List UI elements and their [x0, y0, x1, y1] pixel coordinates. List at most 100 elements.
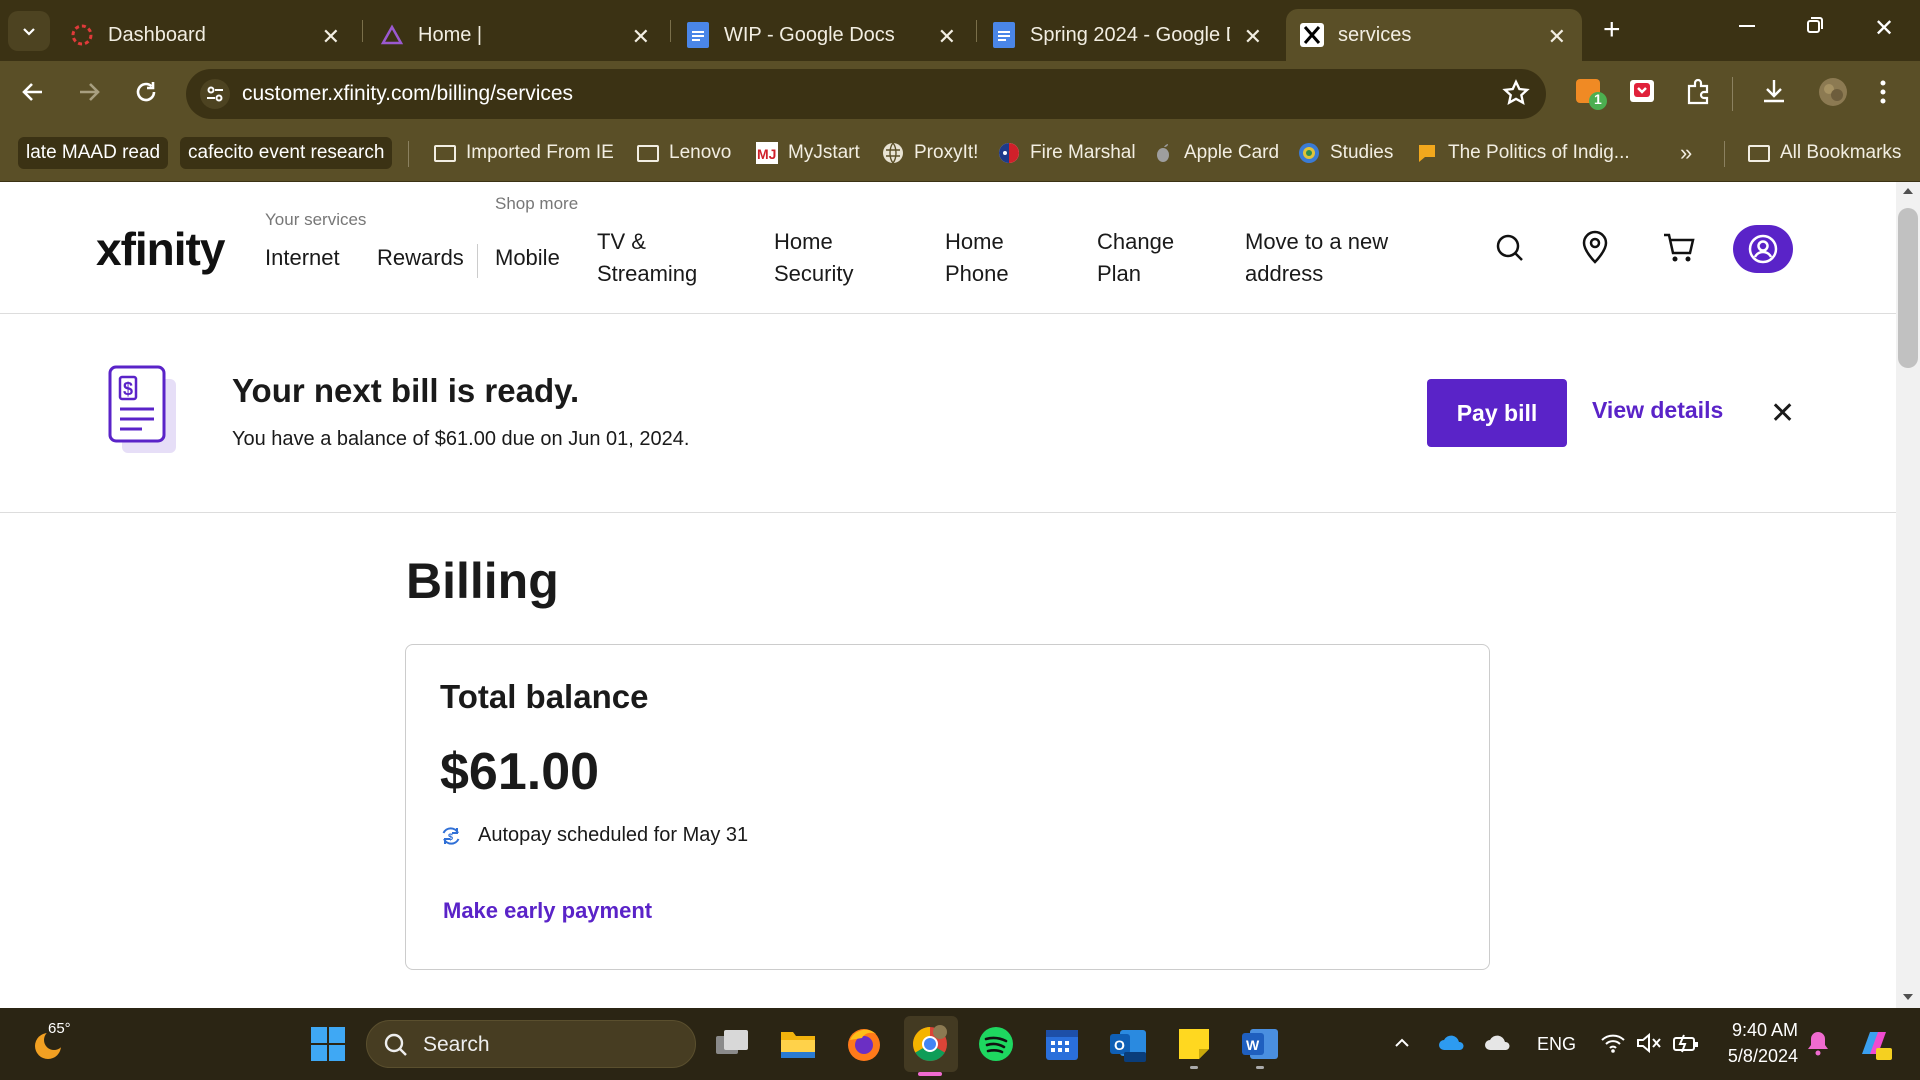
location-pin-icon[interactable]: [1580, 230, 1610, 269]
bill-ready-text: You have a balance of $61.00 due on Jun …: [232, 428, 690, 450]
bookmark-politics-of-indig[interactable]: The Politics of Indig...: [1416, 137, 1630, 169]
chrome-icon[interactable]: [910, 1024, 950, 1064]
minimize-icon: [1739, 25, 1755, 27]
language-indicator[interactable]: ENG: [1537, 1034, 1576, 1055]
bookmark-label: Lenovo: [669, 142, 732, 163]
view-details-link[interactable]: View details: [1592, 397, 1723, 424]
onedrive-icon[interactable]: [1438, 1032, 1466, 1057]
extension-icon[interactable]: 1: [1574, 77, 1607, 110]
scroll-down-icon[interactable]: [1902, 992, 1914, 1002]
restore-button[interactable]: [1806, 14, 1824, 40]
clock-date[interactable]: 5/8/2024: [1720, 1046, 1798, 1067]
profile-avatar[interactable]: [1818, 77, 1850, 109]
account-button[interactable]: [1733, 225, 1793, 273]
bookmark-myjstart[interactable]: MJ MyJstart: [756, 137, 860, 169]
bookmark-star-icon[interactable]: [1502, 79, 1530, 112]
new-tab-button[interactable]: +: [1603, 13, 1621, 47]
tab-search-button[interactable]: [8, 11, 50, 51]
notification-bell-icon[interactable]: [1806, 1030, 1830, 1061]
folder-icon: [637, 144, 659, 162]
bookmark-proxyit[interactable]: ProxyIt!: [882, 137, 978, 169]
google-docs-icon: [686, 22, 710, 48]
forward-button[interactable]: [76, 79, 102, 112]
back-button[interactable]: [20, 79, 46, 112]
nav-mobile[interactable]: Mobile: [495, 242, 560, 274]
more-bookmarks-button[interactable]: »: [1680, 137, 1692, 169]
volume-muted-icon[interactable]: [1636, 1032, 1662, 1059]
make-early-payment-link[interactable]: Make early payment: [443, 898, 652, 924]
close-tab-icon[interactable]: ✕: [938, 24, 956, 50]
bookmark-late-maad-read[interactable]: late MAAD read: [18, 137, 169, 169]
bookmark-cafecito-event-research[interactable]: cafecito event research: [180, 137, 393, 169]
nav-internet[interactable]: Internet: [265, 242, 340, 274]
download-icon[interactable]: [1760, 77, 1792, 109]
show-hidden-icons[interactable]: [1393, 1034, 1411, 1057]
tab-wip-google-docs[interactable]: WIP - Google Docs ✕: [672, 9, 972, 61]
word-icon[interactable]: W: [1240, 1024, 1280, 1064]
nav-tv-streaming[interactable]: TV & Streaming: [597, 226, 697, 290]
reload-button[interactable]: [133, 79, 159, 112]
close-tab-icon[interactable]: ✕: [1548, 24, 1566, 50]
calendar-icon[interactable]: [1042, 1024, 1082, 1064]
bookmark-folder-lenovo[interactable]: Lenovo: [637, 137, 731, 169]
chevron-down-icon: [23, 28, 35, 36]
search-icon[interactable]: [1494, 232, 1526, 269]
windows-start-icon[interactable]: [310, 1026, 346, 1067]
browser-tab-strip: Dashboard ✕ Home | ✕ WIP - Google Docs ✕…: [0, 0, 1920, 61]
weather-temp[interactable]: 65°: [48, 1020, 71, 1037]
taskbar-search-box[interactable]: Search: [366, 1020, 696, 1068]
nav-rewards[interactable]: Rewards: [377, 242, 464, 274]
cart-icon[interactable]: [1662, 232, 1696, 269]
bookmark-studies[interactable]: Studies: [1298, 137, 1393, 169]
outlook-new-icon[interactable]: O: [1108, 1024, 1148, 1064]
tab-home[interactable]: Home | ✕: [366, 9, 666, 61]
url-text[interactable]: customer.xfinity.com/billing/services: [242, 82, 573, 106]
bookmark-label: Apple Card: [1184, 142, 1280, 163]
bookmark-label: Fire Marshal: [1030, 142, 1136, 163]
your-services-label: Your services: [265, 210, 367, 229]
xfinity-logo[interactable]: xfinity: [96, 222, 225, 276]
tab-spring-2024-google-docs[interactable]: Spring 2024 - Google Do ✕: [978, 9, 1278, 61]
firefox-icon[interactable]: [844, 1024, 884, 1064]
task-view-icon[interactable]: [712, 1024, 752, 1064]
battery-icon[interactable]: [1672, 1032, 1700, 1059]
bookmark-apple-card[interactable]: Apple Card: [1152, 137, 1279, 169]
bookmark-folder-imported-from-ie[interactable]: Imported From IE: [434, 137, 614, 169]
nav-change-plan[interactable]: Change Plan: [1097, 226, 1174, 290]
sticky-notes-icon[interactable]: [1174, 1024, 1214, 1064]
nav-move-address[interactable]: Move to a new address: [1245, 226, 1388, 290]
site-info-icon[interactable]: [200, 79, 230, 109]
nav-home-security[interactable]: Home Security: [774, 226, 853, 290]
scrollbar-thumb[interactable]: [1898, 208, 1918, 368]
close-tab-icon[interactable]: ✕: [322, 24, 340, 50]
total-balance-amount: $61.00: [440, 743, 600, 801]
svg-text:O: O: [1114, 1037, 1125, 1053]
taskbar-search-placeholder: Search: [423, 1033, 490, 1056]
clock-time[interactable]: 9:40 AM: [1726, 1020, 1798, 1041]
copilot-icon[interactable]: [1856, 1026, 1892, 1067]
address-bar[interactable]: customer.xfinity.com/billing/services: [186, 69, 1546, 119]
pocket-extension-icon[interactable]: [1628, 77, 1660, 109]
tab-services[interactable]: services ✕: [1286, 9, 1582, 61]
extensions-puzzle-icon[interactable]: [1684, 77, 1716, 109]
forward-arrow-icon: [80, 83, 100, 101]
pay-bill-button[interactable]: Pay bill: [1427, 379, 1567, 447]
wifi-icon[interactable]: [1600, 1032, 1626, 1059]
close-tab-icon[interactable]: ✕: [1244, 24, 1262, 50]
shop-more-label: Shop more: [495, 194, 579, 213]
minimize-button[interactable]: [1738, 14, 1756, 40]
file-explorer-icon[interactable]: [778, 1024, 818, 1064]
tab-dashboard[interactable]: Dashboard ✕: [56, 9, 356, 61]
apple-icon: [1152, 142, 1174, 164]
spotify-icon[interactable]: [976, 1024, 1016, 1064]
more-menu-icon[interactable]: [1876, 77, 1908, 109]
close-banner-icon[interactable]: ✕: [1770, 396, 1795, 431]
close-tab-icon[interactable]: ✕: [632, 24, 650, 50]
bookmark-fire-marshal[interactable]: Fire Marshal: [998, 137, 1136, 169]
cloud-icon[interactable]: [1484, 1032, 1512, 1057]
all-bookmarks-button[interactable]: All Bookmarks: [1748, 137, 1901, 169]
nav-home-phone[interactable]: Home Phone: [945, 226, 1009, 290]
close-window-button[interactable]: ✕: [1874, 14, 1894, 43]
page-title: Billing: [406, 553, 559, 609]
scroll-up-icon[interactable]: [1902, 186, 1914, 196]
